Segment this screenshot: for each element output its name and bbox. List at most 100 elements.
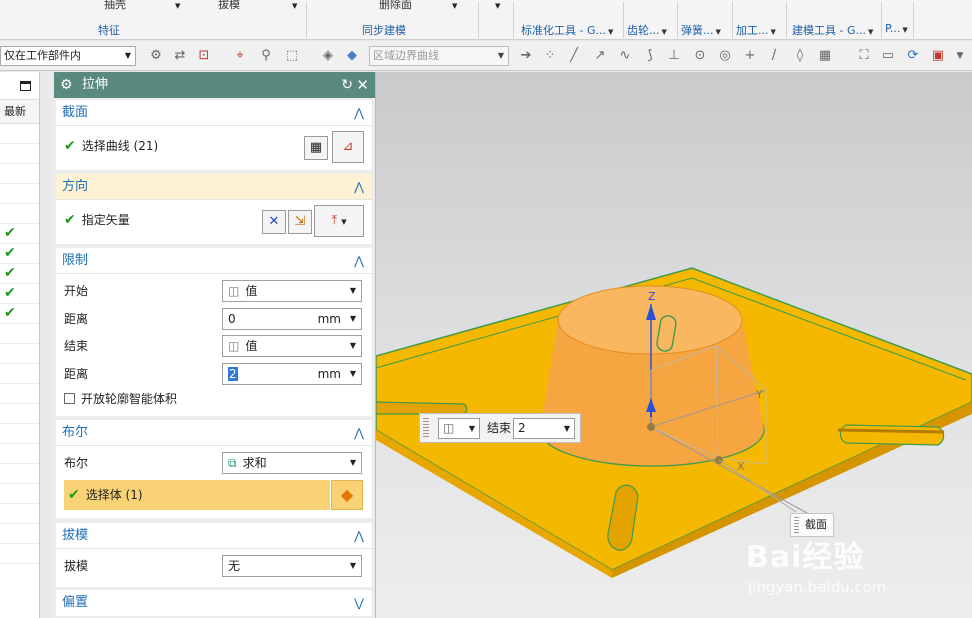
- group-standard-tools[interactable]: 标准化工具 - G... ▼: [521, 22, 613, 38]
- collapse-icon[interactable]: ⋀: [354, 100, 364, 126]
- offset-header[interactable]: 偏置 ⋁: [56, 590, 372, 616]
- curve-rule-dropdown[interactable]: 区域边界曲线 ▼: [369, 46, 509, 66]
- open-profile-checkbox-row[interactable]: 开放轮廓智能体积: [64, 388, 177, 410]
- list-item[interactable]: [0, 364, 39, 384]
- chevron-down-icon[interactable]: ▼: [452, 2, 457, 10]
- draft-header[interactable]: 拔模 ⋀: [56, 523, 372, 549]
- rectangle-select-icon[interactable]: ⬚: [284, 48, 300, 64]
- drag-handle[interactable]: [423, 418, 429, 438]
- list-item[interactable]: [0, 144, 39, 164]
- end-distance-input[interactable]: 2 mm ▼: [222, 363, 362, 385]
- reset-icon[interactable]: ↻: [341, 72, 353, 98]
- start-distance-input[interactable]: 0 mm ▼: [222, 308, 362, 330]
- shell-command[interactable]: 抽壳: [104, 0, 126, 12]
- list-item[interactable]: [0, 544, 39, 564]
- list-item[interactable]: [0, 484, 39, 504]
- cursor-icon[interactable]: ⌖: [232, 48, 248, 64]
- snap-icon[interactable]: ⇄: [172, 48, 188, 64]
- vector-dropdown-button[interactable]: ⤒ ▼: [314, 205, 364, 237]
- body-select-icon[interactable]: ◈: [320, 48, 336, 64]
- list-item[interactable]: [0, 444, 39, 464]
- gear-icon[interactable]: ⚙: [60, 72, 73, 98]
- list-item[interactable]: [0, 184, 39, 204]
- line-arrow-icon[interactable]: ↗: [592, 48, 608, 64]
- group-gear[interactable]: 齿轮... ▼: [627, 22, 667, 38]
- selection-scope-dropdown[interactable]: 仅在工作部件内 ▼: [0, 46, 136, 66]
- circle-center-icon[interactable]: ⊙: [692, 48, 708, 64]
- boolean-type-dropdown[interactable]: ⧉ 求和 ▼: [222, 452, 362, 474]
- list-item[interactable]: ✔: [0, 224, 39, 244]
- delete-face-command[interactable]: 删除面: [379, 0, 412, 12]
- column-header-latest[interactable]: 最新: [0, 100, 39, 124]
- curve-icon[interactable]: ∿: [617, 48, 633, 64]
- group-feature[interactable]: 特征: [98, 22, 120, 38]
- list-item[interactable]: [0, 344, 39, 364]
- grid-icon[interactable]: ▦: [817, 48, 833, 64]
- feature-select-icon[interactable]: ⚲: [258, 48, 274, 64]
- list-item[interactable]: [0, 404, 39, 424]
- end-value-input[interactable]: 2 ▼: [513, 418, 575, 439]
- specify-vector-row[interactable]: ✔ 指定矢量: [64, 209, 130, 231]
- list-item[interactable]: [0, 524, 39, 544]
- maximize-icon[interactable]: [20, 81, 31, 91]
- fit-view-icon[interactable]: ⛶: [856, 48, 872, 64]
- scatter-icon[interactable]: ⁘: [542, 48, 558, 64]
- line-icon[interactable]: ╱: [566, 48, 582, 64]
- list-item[interactable]: [0, 124, 39, 144]
- end-type-dropdown[interactable]: ◫ 值 ▼: [222, 335, 362, 357]
- quadrant-icon[interactable]: ◎: [717, 48, 733, 64]
- close-icon[interactable]: ✕: [356, 72, 369, 98]
- select-curve-row[interactable]: ✔ 选择曲线 (21): [64, 135, 158, 157]
- list-item[interactable]: ✔: [0, 284, 39, 304]
- draft-type-dropdown[interactable]: 无 ▼: [222, 555, 362, 577]
- list-item[interactable]: [0, 384, 39, 404]
- arrow-right-icon[interactable]: ➔: [518, 48, 534, 64]
- group-p[interactable]: P... ▼: [885, 22, 908, 38]
- chevron-down-icon[interactable]: ▼: [292, 2, 297, 10]
- view-icon[interactable]: ▣: [930, 48, 946, 64]
- boolean-header[interactable]: 布尔 ⋀: [56, 420, 372, 446]
- cube-icon[interactable]: ◆: [344, 48, 360, 64]
- section-header[interactable]: 截面 ⋀: [56, 100, 372, 126]
- expand-icon[interactable]: ⋁: [354, 590, 364, 616]
- vector-dialog-button[interactable]: ⇲: [288, 210, 312, 234]
- list-item[interactable]: [0, 504, 39, 524]
- group-spring[interactable]: 弹簧... ▼: [681, 22, 721, 38]
- chevron-down-icon[interactable]: ▼: [495, 2, 500, 10]
- window-icon[interactable]: ▭: [880, 48, 896, 64]
- curve-select-button[interactable]: ⊿: [332, 131, 364, 163]
- collapse-icon[interactable]: ⋀: [354, 523, 364, 549]
- list-item[interactable]: [0, 324, 39, 344]
- list-item[interactable]: ✔: [0, 264, 39, 284]
- collapse-icon[interactable]: ⋀: [354, 174, 364, 200]
- plus-icon[interactable]: +: [742, 48, 758, 64]
- list-item[interactable]: [0, 164, 39, 184]
- list-item[interactable]: [0, 424, 39, 444]
- slash-icon[interactable]: /: [766, 48, 782, 64]
- intersect-icon[interactable]: ⊥: [666, 48, 682, 64]
- point-snap-icon[interactable]: ⊡: [196, 48, 212, 64]
- limits-header[interactable]: 限制 ⋀: [56, 248, 372, 274]
- list-item[interactable]: [0, 204, 39, 224]
- rotate-icon[interactable]: ⟳: [905, 48, 921, 64]
- group-machining[interactable]: 加工... ▼: [736, 22, 776, 38]
- collapse-icon[interactable]: ⋀: [354, 248, 364, 274]
- open-profile-checkbox[interactable]: [64, 393, 75, 404]
- select-body-row[interactable]: ✔ 选择体 (1): [64, 480, 330, 510]
- draft-command[interactable]: 拔模: [218, 0, 240, 12]
- chevron-down-icon[interactable]: ▼: [952, 48, 968, 64]
- start-type-dropdown[interactable]: ◫ 值 ▼: [222, 280, 362, 302]
- spline-icon[interactable]: ⟆: [642, 48, 658, 64]
- group-sync-modeling[interactable]: 同步建模: [362, 22, 406, 38]
- reverse-direction-button[interactable]: ✕: [262, 210, 286, 234]
- end-type-mini-dropdown[interactable]: ◫ ▼: [438, 418, 480, 439]
- list-item[interactable]: ✔: [0, 244, 39, 264]
- group-modeling-tools[interactable]: 建模工具 - G... ▼: [792, 22, 873, 38]
- list-item[interactable]: [0, 464, 39, 484]
- chevron-down-icon[interactable]: ▼: [175, 2, 180, 10]
- direction-header[interactable]: 方向 ⋀: [56, 174, 372, 200]
- list-item[interactable]: ✔: [0, 304, 39, 324]
- select-body-button[interactable]: ◆: [331, 480, 363, 510]
- select-filter-icon[interactable]: ⚙: [148, 48, 164, 64]
- slot-right[interactable]: [837, 424, 945, 446]
